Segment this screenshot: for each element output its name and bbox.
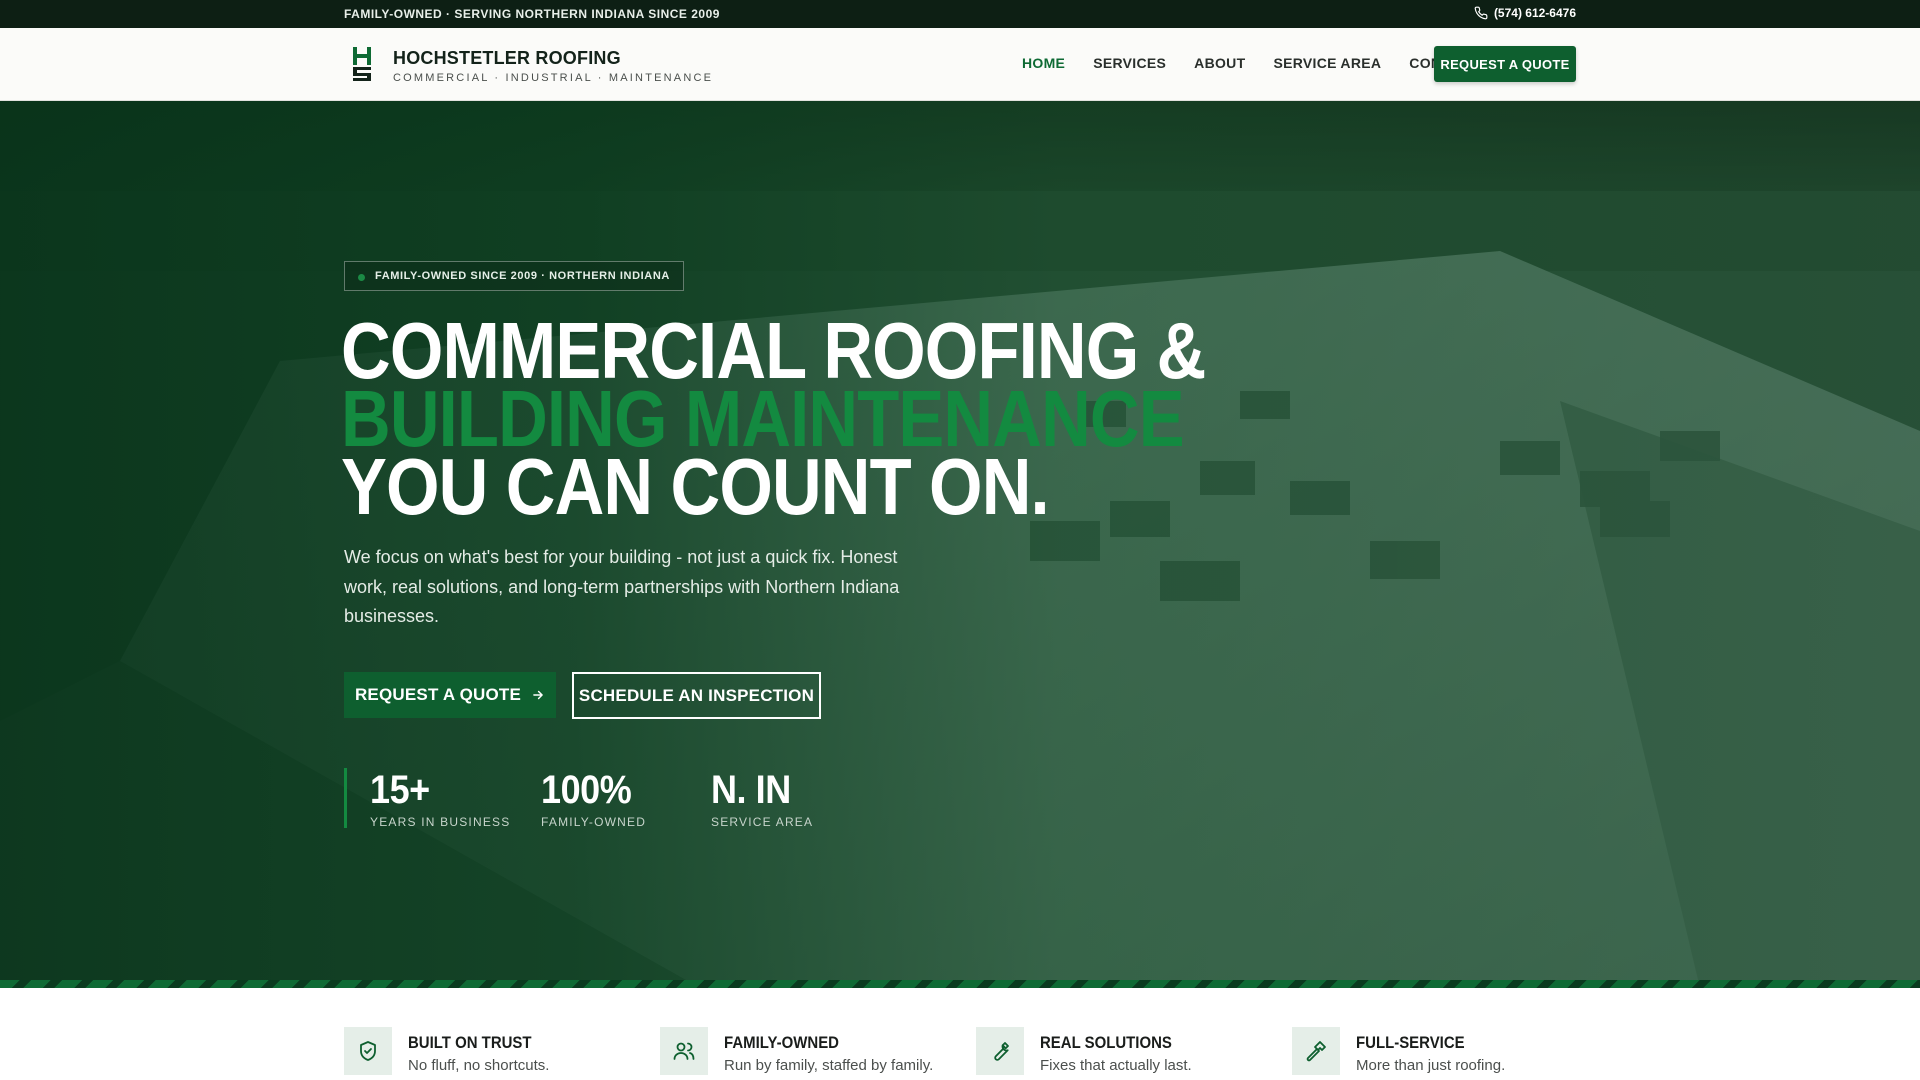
users-icon	[673, 1042, 695, 1060]
top-bar: FAMILY-OWNED · SERVING NORTHERN INDIANA …	[0, 0, 1920, 28]
feature-subtitle: More than just roofing.	[1356, 1057, 1506, 1074]
brand-tagline: COMMERCIAL · INDUSTRIAL · MAINTENANCE	[393, 72, 714, 84]
nav-home[interactable]: HOME	[1022, 55, 1065, 71]
stat-years: 15+ YEARS IN BUSINESS	[370, 768, 510, 829]
nav-about[interactable]: ABOUT	[1194, 55, 1245, 71]
stat-years-label: YEARS IN BUSINESS	[370, 815, 511, 829]
hero-stats: 15+ YEARS IN BUSINESS 100% FAMILY-OWNED …	[344, 768, 812, 829]
hero-bottom-stripe	[0, 980, 1920, 988]
brand-name[interactable]: HOCHSTETLER ROOFING	[393, 48, 621, 69]
hero-badge: FAMILY-OWNED SINCE 2009 · NORTHERN INDIA…	[344, 261, 684, 291]
badge-dot	[358, 274, 365, 281]
topbar-phone-link[interactable]: (574) 612-6476	[1474, 6, 1576, 20]
stat-family: 100% FAMILY-OWNED	[541, 768, 646, 829]
header-request-quote-button[interactable]: REQUEST A QUOTE	[1434, 46, 1576, 82]
shield-check-icon	[360, 1041, 376, 1061]
features-strip: BUILT ON TRUST No fluff, no shortcuts. F…	[0, 988, 1920, 1080]
badge-text: FAMILY-OWNED SINCE 2009 · NORTHERN INDIA…	[375, 270, 670, 282]
hs-logo-icon[interactable]	[350, 45, 374, 83]
feature-icon-box	[660, 1027, 708, 1075]
stat-area-label: SERVICE AREA	[711, 815, 814, 829]
feature-icon-box	[976, 1027, 1024, 1075]
arrow-right-icon	[533, 690, 543, 700]
wrench-icon	[994, 1042, 1009, 1061]
phone-icon	[1474, 6, 1488, 20]
feature-subtitle: No fluff, no shortcuts.	[408, 1057, 550, 1074]
schedule-inspection-button[interactable]: SCHEDULE AN INSPECTION	[572, 672, 821, 719]
hero-request-quote-button[interactable]: REQUEST A QUOTE	[344, 672, 556, 718]
feature-icon-box	[344, 1027, 392, 1075]
hero-request-quote-label: REQUEST A QUOTE	[354, 685, 522, 704]
stat-area: N. IN SERVICE AREA	[711, 768, 813, 829]
nav-service-area[interactable]: SERVICE AREA	[1273, 55, 1381, 71]
feature-title: FULL-SERVICE	[1356, 1033, 1465, 1052]
hero-overlay	[0, 101, 1920, 988]
stat-years-value: 15+	[370, 768, 430, 812]
topbar-tagline: FAMILY-OWNED · SERVING NORTHERN INDIANA …	[344, 7, 720, 21]
stat-family-label: FAMILY-OWNED	[541, 815, 647, 829]
feature-title: BUILT ON TRUST	[408, 1033, 532, 1052]
hero-lead-text: We focus on what's best for your buildin…	[344, 547, 900, 626]
hero-section: FAMILY-OWNED SINCE 2009 · NORTHERN INDIA…	[0, 101, 1920, 988]
stat-area-value: N. IN	[711, 768, 791, 812]
feature-title: FAMILY-OWNED	[724, 1033, 839, 1052]
feature-icon-box	[1292, 1027, 1340, 1075]
hero-headline-line-3: YOU CAN COUNT ON.	[341, 442, 1050, 531]
feature-subtitle: Run by family, staffed by family.	[724, 1057, 934, 1074]
site-header: HOCHSTETLER ROOFING COMMERCIAL · INDUSTR…	[0, 28, 1920, 101]
nav-services[interactable]: SERVICES	[1093, 55, 1166, 71]
stat-family-value: 100%	[541, 768, 632, 812]
feature-subtitle: Fixes that actually last.	[1040, 1057, 1192, 1074]
hammer-icon	[1306, 1041, 1326, 1062]
phone-number: (574) 612-6476	[1493, 6, 1576, 20]
main-nav: HOME SERVICES ABOUT SERVICE AREA CONTACT	[1022, 55, 1479, 71]
feature-title: REAL SOLUTIONS	[1040, 1033, 1172, 1052]
